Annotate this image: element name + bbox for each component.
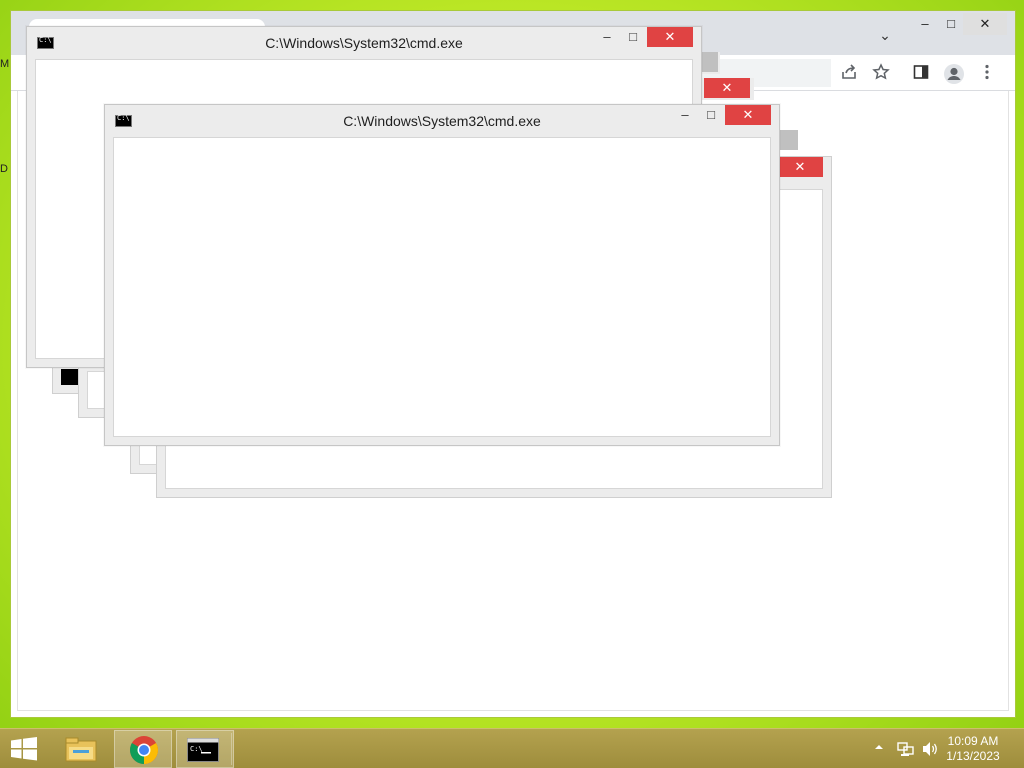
minimize-button[interactable]: – [671, 105, 699, 127]
network-icon[interactable] [897, 741, 915, 768]
star-icon[interactable] [871, 63, 891, 83]
menu-icon[interactable] [977, 63, 997, 83]
cmd-icon: C:\ [187, 738, 219, 762]
clock[interactable]: 10:09 AM 1/13/2023 [938, 734, 1008, 764]
share-icon[interactable] [839, 63, 859, 83]
taskbar-command-prompt[interactable]: C:\ [176, 730, 234, 768]
clock-time: 10:09 AM [947, 734, 999, 748]
close-button[interactable]: ✕ [725, 105, 771, 125]
close-button[interactable]: ✕ [647, 27, 693, 47]
chrome-icon [130, 736, 158, 764]
cmd-icon-fragment [61, 369, 79, 385]
window-trail-button [780, 130, 798, 150]
cmd-window-active[interactable]: C:\Windows\System32\cmd.exe – □ ✕ [104, 104, 780, 446]
maximize-button[interactable]: □ [619, 27, 647, 49]
taskbar-divider [231, 733, 234, 765]
close-icon[interactable]: ✕ [704, 78, 750, 98]
tab-search-dropdown-icon[interactable]: ⌄ [875, 27, 895, 47]
svg-text:C:\: C:\ [190, 745, 203, 753]
start-button[interactable] [0, 729, 48, 768]
window-trail-button [700, 52, 718, 72]
console-area[interactable] [113, 137, 771, 437]
minimize-button[interactable]: – [593, 27, 621, 49]
close-icon[interactable]: ✕ [777, 157, 823, 177]
desktop-icon-label-sliver[interactable]: M [0, 58, 10, 72]
taskbar-file-explorer[interactable] [52, 730, 110, 768]
desktop-icon-label-sliver[interactable]: D [0, 163, 10, 177]
profile-icon[interactable] [943, 63, 964, 84]
maximize-button[interactable]: □ [697, 105, 725, 127]
show-hidden-icons[interactable] [874, 741, 884, 768]
folder-icon [65, 737, 97, 762]
taskbar-google-chrome[interactable] [114, 730, 172, 768]
clock-date: 1/13/2023 [946, 749, 1000, 763]
side-panel-icon[interactable] [911, 63, 931, 83]
taskbar: C:\ 10:09 AM 1/13/2023 [0, 728, 1024, 768]
chrome-close-button[interactable]: ✕ [963, 13, 1007, 35]
windows-logo-icon [11, 737, 37, 761]
